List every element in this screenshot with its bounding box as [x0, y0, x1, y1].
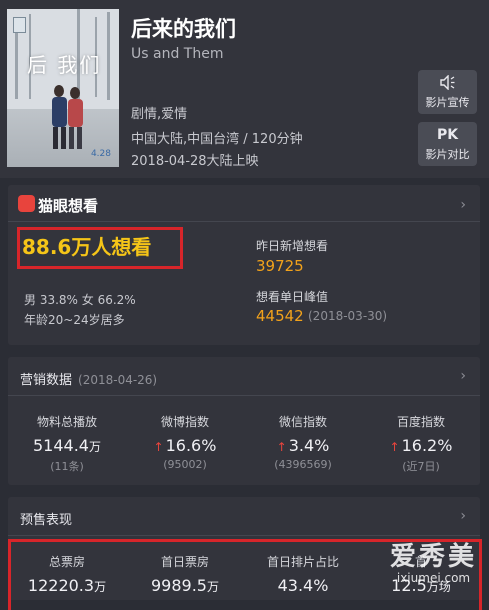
- metric-value: 12220.3万: [27, 576, 107, 595]
- new-want-label: 昨日新增想看: [256, 239, 329, 253]
- metric-value: ↑ 3.4%: [276, 436, 330, 455]
- metric-first-day-screening-share: 首日排片占比 43.4%: [244, 553, 362, 595]
- movie-poster[interactable]: 后 我们 4.28: [7, 9, 119, 167]
- metric-weibo-index: 微博指数 ↑ 16.6% (95002): [126, 413, 244, 471]
- card-divider: [8, 395, 480, 396]
- maoyan-want-card[interactable]: 猫眼想看 › 88.6万人想看 男 33.8% 女 66.2% 年龄20~24岁…: [8, 185, 480, 345]
- compare-button-label: 影片对比: [425, 148, 470, 161]
- marketing-date: (2018-04-26): [78, 373, 158, 387]
- metric-label: 总票房: [48, 555, 85, 569]
- metric-sub: (近7日): [402, 460, 440, 473]
- metric-value: ↑ 16.2%: [389, 436, 453, 455]
- speaker-icon: [418, 74, 477, 92]
- promo-button[interactable]: 影片宣传: [418, 70, 477, 114]
- arrow-up-icon: ↑: [389, 440, 400, 454]
- movie-title: 后来的我们: [131, 17, 236, 41]
- movie-genre: 剧情,爱情: [131, 107, 188, 122]
- chevron-right-icon[interactable]: ›: [460, 197, 466, 213]
- presale-title: 预售表现: [20, 513, 73, 528]
- metric-label: 物料总播放: [36, 415, 97, 429]
- arrow-up-icon: ↑: [276, 440, 287, 454]
- movie-english-title: Us and Them: [131, 46, 224, 62]
- metric-label: 首日票房: [160, 555, 209, 569]
- age-group: 年龄20~24岁居多: [24, 313, 125, 327]
- site-watermark: 爱秀美 ixiumei.com: [390, 536, 477, 585]
- metric-label: 百度指数: [396, 415, 445, 429]
- poster-title-text: 后 我们: [27, 53, 102, 77]
- arrow-up-icon: ↑: [153, 440, 164, 454]
- movie-region-duration: 中国大陆,中国台湾 / 120分钟: [131, 132, 303, 147]
- chevron-right-icon[interactable]: ›: [460, 508, 466, 524]
- watermark-text: 爱秀美: [389, 542, 477, 572]
- gender-ratio: 男 33.8% 女 66.2%: [24, 293, 136, 307]
- metric-material-plays: 物料总播放 5144.4万 (11条): [8, 413, 126, 474]
- metric-value: 9989.5万: [151, 576, 219, 595]
- metric-value: 5144.4万: [33, 436, 101, 455]
- metric-label: 首日排片占比: [266, 555, 339, 569]
- peak-want-value: 44542: [256, 307, 304, 325]
- want-to-see-total: 88.6万人想看: [22, 235, 152, 259]
- metric-label: 微信指数: [278, 415, 327, 429]
- couple-figure: [52, 85, 83, 149]
- poster-date: 4.28: [90, 149, 111, 159]
- metric-value: 43.4%: [277, 576, 329, 595]
- metric-total-box-office: 总票房 12220.3万: [8, 553, 126, 595]
- peak-want-date: (2018-03-30): [308, 309, 388, 323]
- promo-button-label: 影片宣传: [425, 96, 470, 109]
- metric-baidu-index: 百度指数 ↑ 16.2% (近7日): [362, 413, 480, 474]
- watermark-url: ixiumei.com: [396, 571, 471, 585]
- metric-sub: (11条): [50, 460, 84, 473]
- movie-header: 后 我们 4.28 后来的我们 Us and Them 剧情,爱情 中国大陆,中…: [0, 0, 489, 178]
- poster-logo: [13, 17, 26, 33]
- new-want-value: 39725: [256, 257, 304, 275]
- movie-release-date: 2018-04-28大陆上映: [131, 154, 259, 169]
- pk-icon: PK: [436, 127, 459, 143]
- compare-button[interactable]: PK 影片对比: [418, 122, 477, 166]
- maoyan-card-title: 猫眼想看: [38, 197, 99, 215]
- metric-wechat-index: 微信指数 ↑ 3.4% (4396569): [244, 413, 362, 471]
- marketing-title-text: 营销数据: [20, 373, 73, 388]
- marketing-title: 营销数据 (2018-04-26): [20, 369, 157, 388]
- chevron-right-icon[interactable]: ›: [460, 368, 466, 384]
- maoyan-cat-icon: [18, 195, 35, 212]
- metric-first-day-box-office: 首日票房 9989.5万: [126, 553, 244, 595]
- metric-value: ↑ 16.6%: [153, 436, 217, 455]
- metric-sub: (95002): [163, 458, 207, 471]
- card-divider: [8, 221, 480, 222]
- peak-want-label: 想看单日峰值: [256, 290, 329, 304]
- marketing-card[interactable]: 营销数据 (2018-04-26) › 物料总播放 5144.4万 (11条) 微…: [8, 357, 480, 485]
- metric-sub: (4396569): [274, 458, 332, 471]
- metric-label: 微博指数: [160, 415, 209, 429]
